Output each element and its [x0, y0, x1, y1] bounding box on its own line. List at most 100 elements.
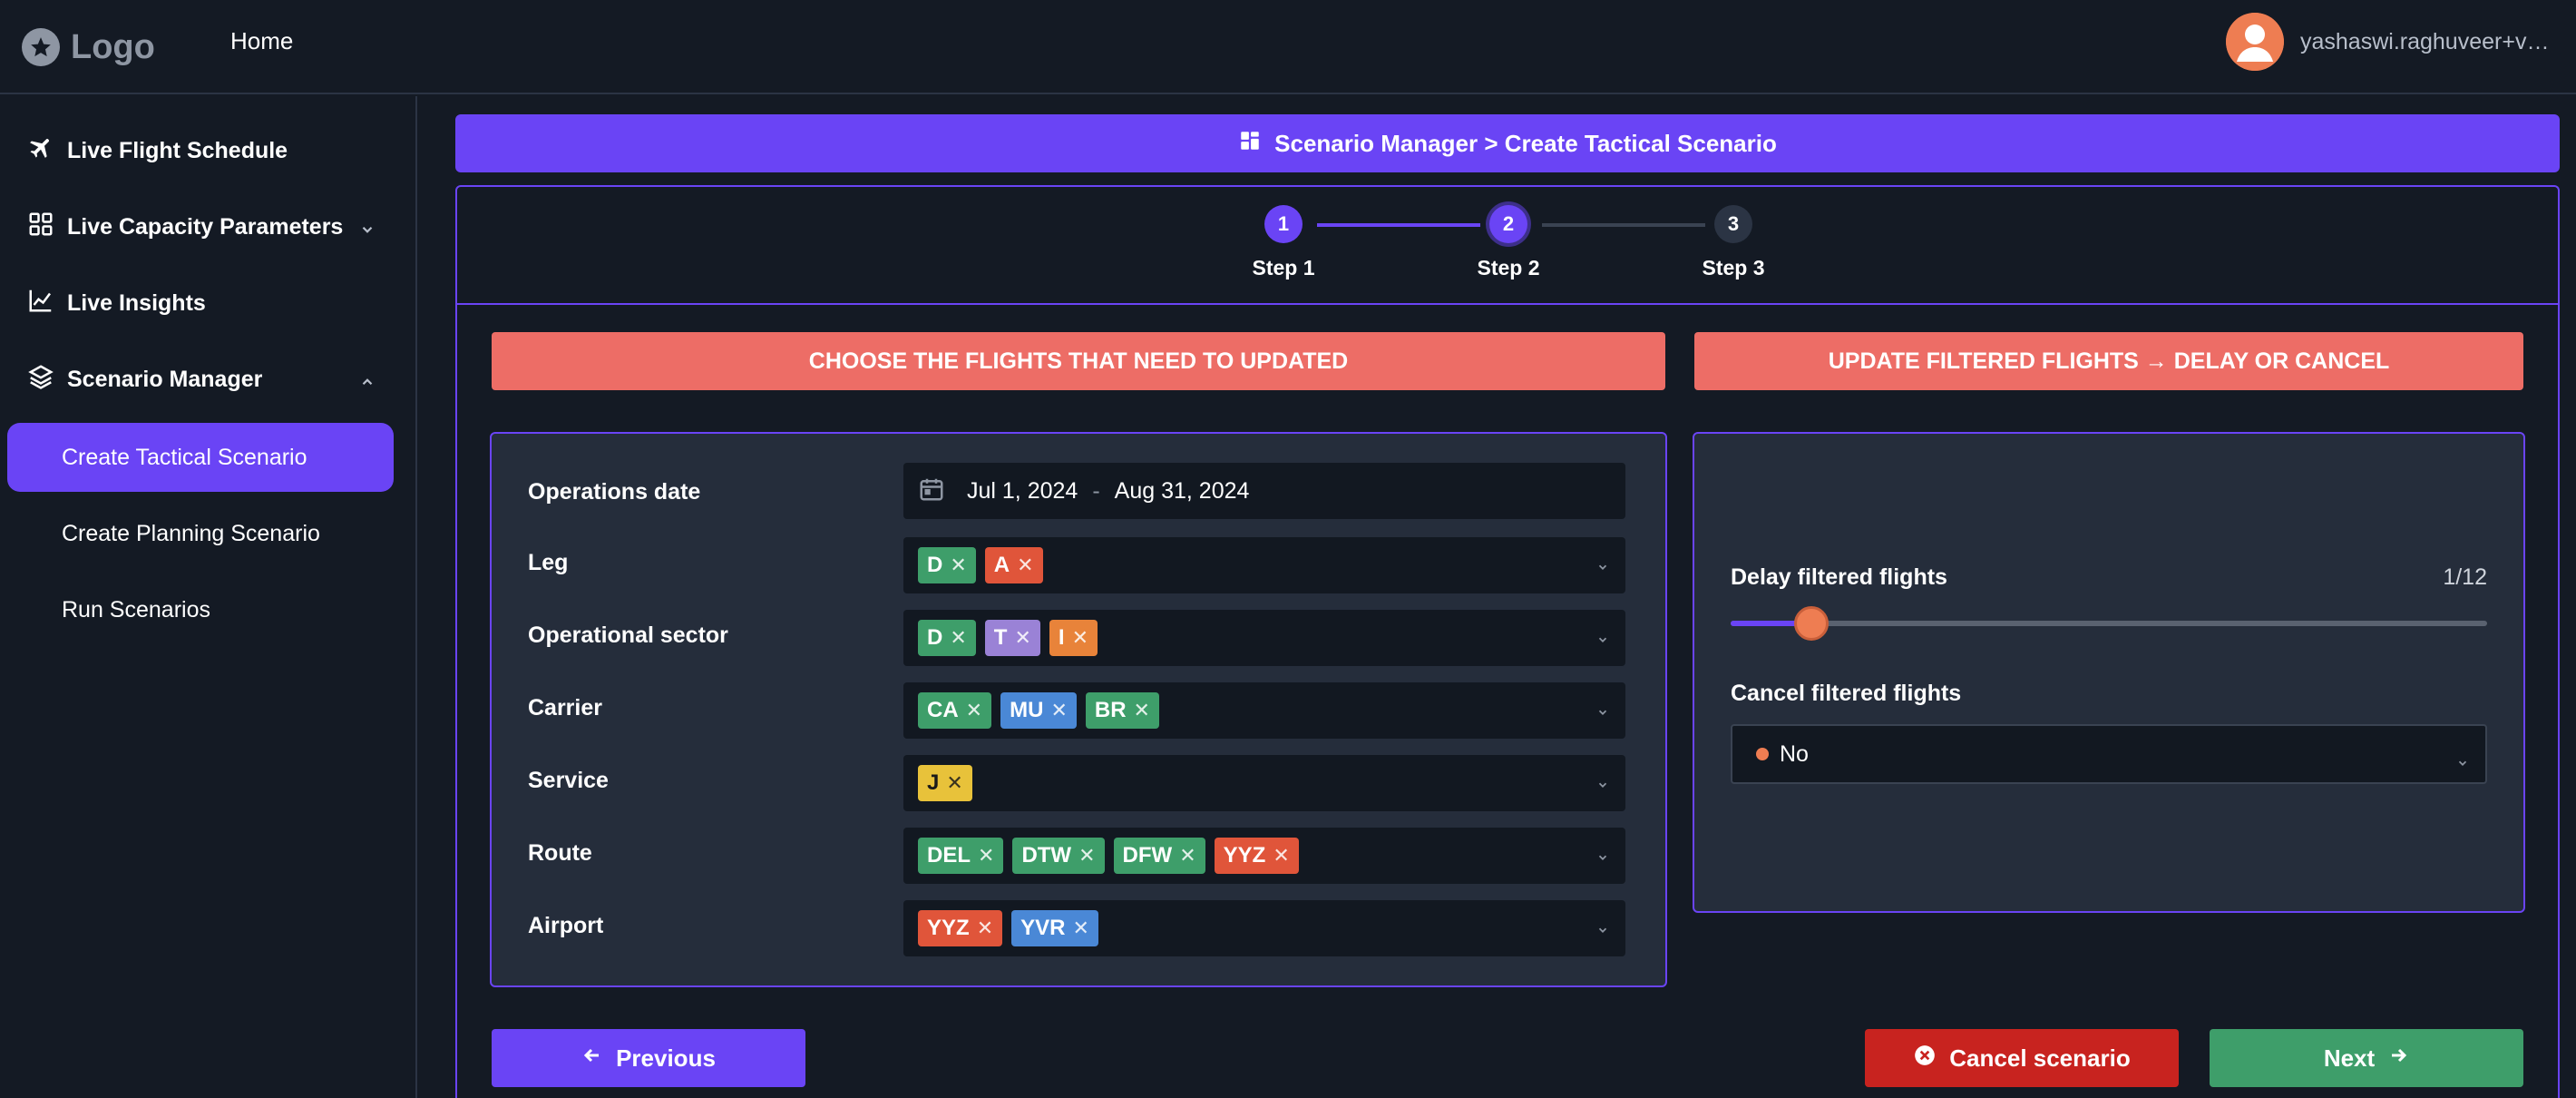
- previous-label: Previous: [616, 1044, 716, 1072]
- airport-label: Airport: [528, 913, 604, 938]
- breadcrumb-text: Scenario Manager > Create Tactical Scena…: [1274, 129, 1777, 157]
- delay-value: 1/12: [2443, 564, 2487, 590]
- close-icon[interactable]: ✕: [1014, 626, 1030, 650]
- step-3-label: Step 3: [1702, 256, 1765, 279]
- top-bar: Logo Home yashaswi.raghuveer+vallani@...: [0, 0, 2576, 94]
- tag-route-yyz[interactable]: YYZ ✕: [1214, 838, 1299, 874]
- step-connector-2: [1542, 223, 1705, 227]
- sidebar-item-label: Live Capacity Parameters: [67, 213, 344, 240]
- tag-route-dfw[interactable]: DFW ✕: [1113, 838, 1205, 874]
- step-connector-1: [1317, 223, 1480, 227]
- route-label: Route: [528, 840, 592, 866]
- tag-leg-a[interactable]: A ✕: [984, 547, 1043, 583]
- close-icon[interactable]: ✕: [1072, 626, 1088, 650]
- close-icon[interactable]: ✕: [950, 554, 966, 577]
- end-date: Aug 31, 2024: [1114, 477, 1250, 504]
- close-icon[interactable]: ✕: [978, 844, 994, 868]
- step-2-label: Step 2: [1477, 256, 1540, 279]
- sidebar-item-run-scenarios[interactable]: Run Scenarios: [7, 575, 394, 644]
- carrier-select[interactable]: CA ✕ MU ✕ BR ✕: [903, 682, 1625, 739]
- date-separator: -: [1092, 477, 1100, 504]
- close-icon[interactable]: ✕: [977, 917, 993, 940]
- sidebar-item-create-tactical-scenario[interactable]: Create Tactical Scenario: [7, 423, 394, 492]
- route-select[interactable]: DEL ✕ DTW ✕ DFW ✕ YYZ ✕: [903, 828, 1625, 884]
- tag-leg-d[interactable]: D ✕: [918, 547, 976, 583]
- tag-carrier-mu[interactable]: MU ✕: [1000, 692, 1077, 729]
- star-icon: [22, 28, 60, 66]
- tag-sector-d[interactable]: D ✕: [918, 620, 976, 656]
- leg-select[interactable]: D ✕ A ✕: [903, 537, 1625, 593]
- logo-text: Logo: [71, 27, 155, 66]
- close-icon[interactable]: ✕: [946, 771, 962, 795]
- chevron-down-icon: [1596, 561, 1609, 578]
- layers-icon: [27, 363, 54, 397]
- cancel-scenario-button[interactable]: Cancel scenario: [1865, 1029, 2179, 1087]
- sidebar-item-live-insights[interactable]: Live Insights: [27, 276, 390, 330]
- user-menu[interactable]: yashaswi.raghuveer+vallani@...: [2226, 13, 2554, 71]
- close-icon[interactable]: ✕: [1017, 554, 1033, 577]
- step-3-circle[interactable]: 3: [1714, 205, 1752, 243]
- avatar[interactable]: [2226, 13, 2284, 71]
- filter-card: Operations date Jul 1, 2024 - Aug 31, 20…: [490, 432, 1667, 987]
- slider-thumb[interactable]: [1793, 606, 1829, 641]
- sidebar-item-create-planning-scenario[interactable]: Create Planning Scenario: [7, 499, 394, 568]
- cancel-selected-value: No: [1780, 740, 1809, 767]
- stepper: 1 Step 1 2 Step 2 3 Step 3: [457, 187, 2558, 305]
- arrow-left-icon: [581, 1044, 603, 1073]
- breadcrumb: Scenario Manager > Create Tactical Scena…: [455, 114, 2560, 172]
- grid-icon: [27, 211, 54, 244]
- step-1-circle[interactable]: 1: [1264, 205, 1303, 243]
- cancel-scenario-label: Cancel scenario: [1949, 1044, 2131, 1072]
- tag-carrier-ca[interactable]: CA ✕: [918, 692, 992, 729]
- sidebar-item-live-flight-schedule[interactable]: Live Flight Schedule: [27, 123, 390, 178]
- arrow-right-icon: [2387, 1044, 2409, 1073]
- chart-line-icon: [27, 287, 54, 320]
- close-icon[interactable]: ✕: [950, 626, 966, 650]
- operations-date-picker[interactable]: Jul 1, 2024 - Aug 31, 2024: [903, 463, 1625, 519]
- service-label: Service: [528, 768, 609, 793]
- close-icon[interactable]: ✕: [1134, 699, 1150, 722]
- dashboard-icon: [1238, 129, 1262, 159]
- sidebar-item-scenario-manager[interactable]: Scenario Manager: [27, 352, 390, 407]
- user-email: yashaswi.raghuveer+vallani@...: [2300, 28, 2554, 54]
- tag-service-j[interactable]: J ✕: [918, 765, 972, 801]
- chevron-down-icon: [1596, 851, 1609, 868]
- close-icon[interactable]: ✕: [1072, 917, 1088, 940]
- close-icon[interactable]: ✕: [1050, 699, 1067, 722]
- tag-carrier-br[interactable]: BR ✕: [1085, 692, 1159, 729]
- close-icon[interactable]: ✕: [1273, 844, 1289, 868]
- tag-route-del[interactable]: DEL ✕: [918, 838, 1004, 874]
- tag-airport-yvr[interactable]: YVR ✕: [1011, 910, 1098, 946]
- chevron-up-icon: [359, 370, 376, 397]
- tag-sector-t[interactable]: T ✕: [984, 620, 1040, 656]
- chevron-down-icon: [1596, 779, 1609, 796]
- operational-sector-label: Operational sector: [528, 623, 728, 648]
- close-icon[interactable]: ✕: [1078, 844, 1095, 868]
- cancel-select[interactable]: No: [1731, 724, 2487, 784]
- cancel-label: Cancel filtered flights: [1731, 681, 1962, 706]
- service-select[interactable]: J ✕: [903, 755, 1625, 811]
- tag-route-dtw[interactable]: DTW ✕: [1012, 838, 1105, 874]
- tag-airport-yyz[interactable]: YYZ ✕: [918, 910, 1003, 946]
- close-icon[interactable]: ✕: [1179, 844, 1195, 868]
- step-2-circle[interactable]: 2: [1489, 205, 1527, 243]
- close-icon[interactable]: ✕: [966, 699, 982, 722]
- home-link[interactable]: Home: [230, 27, 293, 55]
- airport-select[interactable]: YYZ ✕ YVR ✕: [903, 900, 1625, 956]
- logo[interactable]: Logo: [22, 24, 155, 71]
- start-date: Jul 1, 2024: [967, 477, 1078, 504]
- sidebar-item-live-capacity-parameters[interactable]: Live Capacity Parameters: [27, 200, 390, 254]
- sidebar-item-label: Scenario Manager: [67, 366, 263, 392]
- delay-slider[interactable]: [1731, 606, 2487, 641]
- sidebar: Live Flight Schedule Live Capacity Param…: [0, 96, 417, 1098]
- carrier-label: Carrier: [528, 695, 602, 721]
- next-button[interactable]: Next: [2210, 1029, 2523, 1087]
- operational-sector-select[interactable]: D ✕ T ✕ I ✕: [903, 610, 1625, 666]
- chevron-down-icon: [359, 218, 376, 244]
- chevron-down-icon: [2456, 750, 2469, 776]
- close-circle-icon: [1913, 1044, 1937, 1073]
- previous-button[interactable]: Previous: [492, 1029, 805, 1087]
- sidebar-item-label: Live Flight Schedule: [67, 137, 288, 163]
- update-card: Delay filtered flights 1/12 Cancel filte…: [1693, 432, 2525, 913]
- tag-sector-i[interactable]: I ✕: [1049, 620, 1098, 656]
